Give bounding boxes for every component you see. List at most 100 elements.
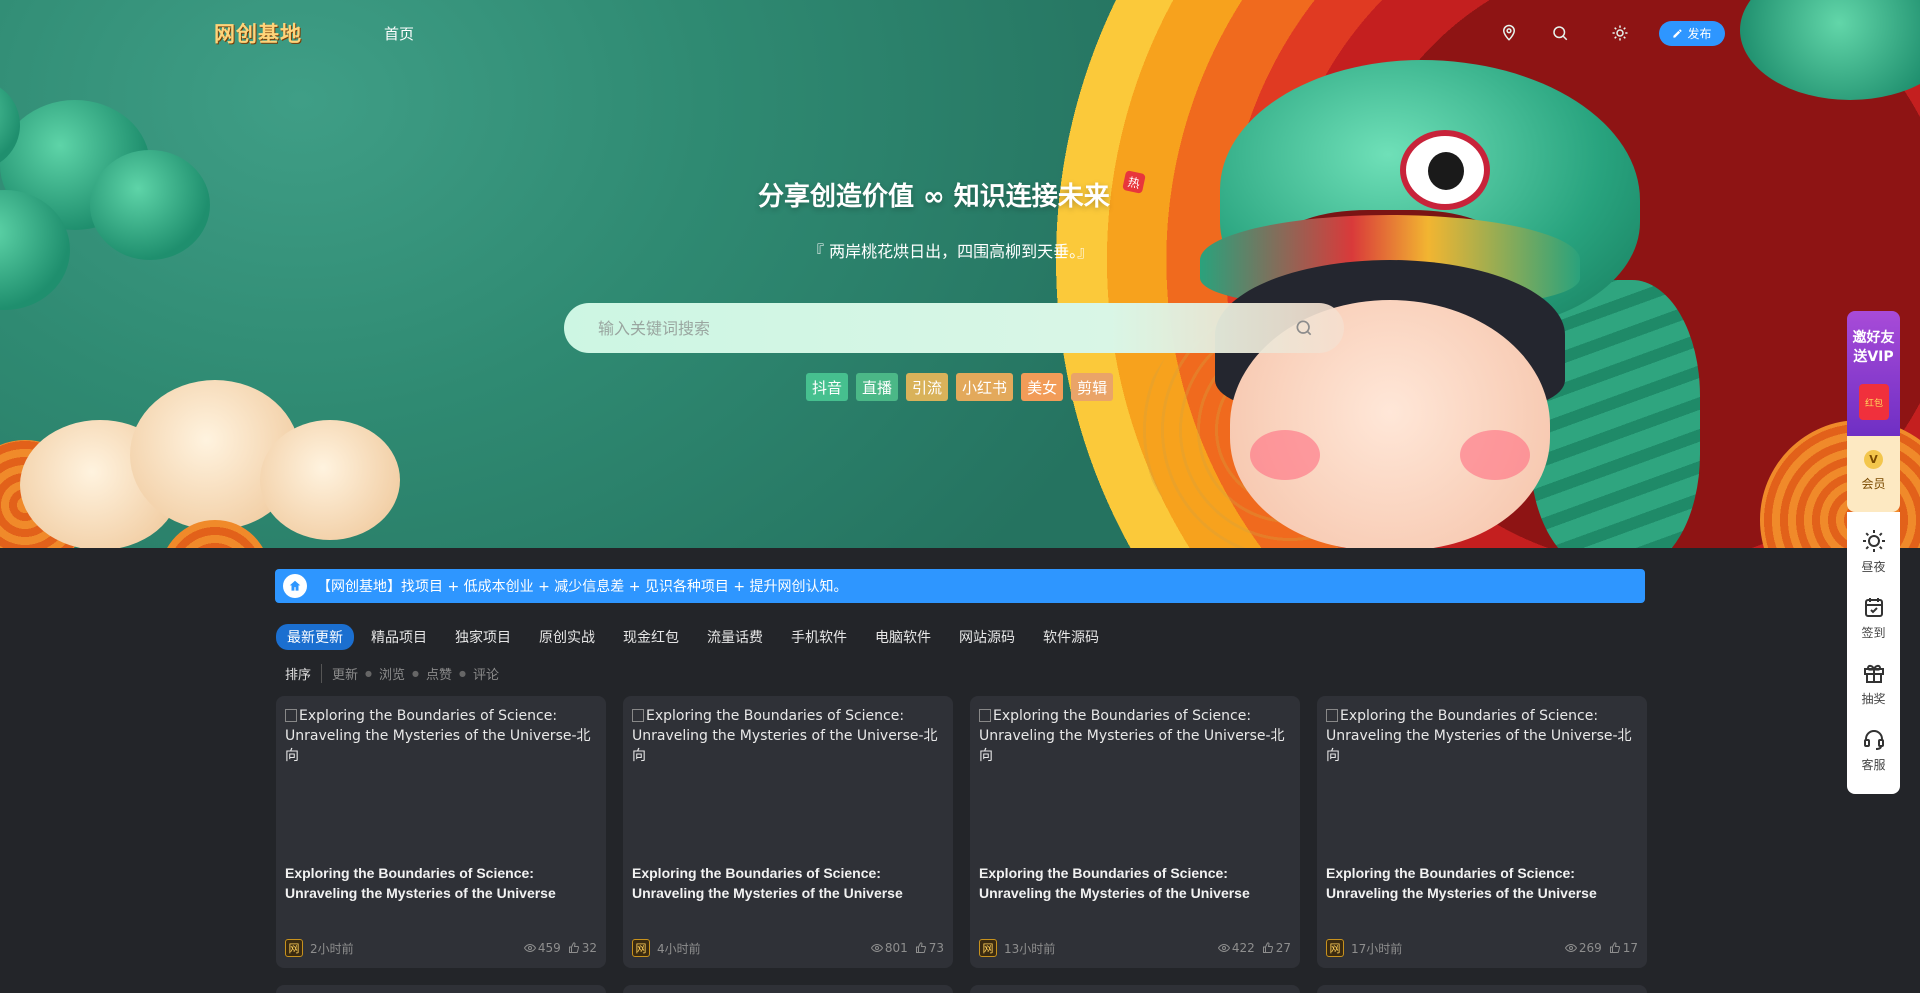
post-image-alt: Exploring the Boundaries of Science: Unr… (285, 708, 591, 764)
like-count: 27 (1262, 941, 1291, 955)
post-title[interactable]: Exploring the Boundaries of Science: Unr… (285, 863, 597, 903)
broken-image-icon (1326, 709, 1338, 722)
sort-option[interactable]: 评论 (473, 664, 499, 683)
publish-label: 发布 (1687, 27, 1712, 41)
sort-option[interactable]: 浏览 (379, 664, 405, 683)
nav-home-link[interactable]: 首页 (384, 23, 414, 44)
view-count: 422 (1217, 941, 1255, 955)
location-icon[interactable] (1500, 24, 1518, 42)
view-count: 801 (870, 941, 908, 955)
thumbs-up-icon (1262, 942, 1274, 954)
hero-title: 分享创造价值 ∞ 知识连接未来 (758, 182, 1110, 212)
post-meta: 网 2小时前 459 32 (285, 938, 597, 958)
sidebar-item[interactable]: 抽奖 (1847, 654, 1900, 714)
theme-toggle-icon[interactable] (1611, 24, 1629, 42)
sidebar-item[interactable]: 昼夜 (1847, 522, 1900, 582)
post-image-alt: Exploring the Boundaries of Science: Unr… (1326, 708, 1632, 764)
pine-art-left (0, 40, 240, 320)
broken-image-icon (632, 709, 644, 722)
category-tab[interactable]: 软件源码 (1032, 624, 1110, 650)
category-tab[interactable]: 现金红包 (612, 624, 690, 650)
invite-vip-promo[interactable]: 邀好友送VIP 红包 (1847, 311, 1900, 436)
category-tab[interactable]: 独家项目 (444, 624, 522, 650)
eye-icon (1217, 942, 1230, 954)
category-tab[interactable]: 流量话费 (696, 624, 774, 650)
broken-image-icon (285, 709, 297, 722)
hero-subtitle: 『 两岸桃花烘日出，四围高柳到天垂。』 (808, 242, 1094, 261)
sort-label: 排序 (285, 664, 323, 683)
sort-option[interactable]: 点赞 (426, 664, 452, 683)
search-submit-icon[interactable] (1294, 318, 1314, 338)
post-card[interactable]: Exploring the Boundaries of Science: Unr… (623, 696, 953, 968)
like-count-value: 27 (1275, 941, 1291, 955)
author-avatar[interactable]: 网 (285, 939, 303, 957)
like-count: 32 (568, 941, 597, 955)
post-thumbnail[interactable]: Exploring the Boundaries of Science: Unr… (632, 706, 944, 846)
sun-icon (1862, 529, 1886, 553)
red-envelope-icon: 红包 (1859, 384, 1889, 420)
sidebar-item-label: 客服 (1861, 758, 1886, 772)
like-count: 73 (915, 941, 944, 955)
post-thumbnail[interactable]: Exploring the Boundaries of Science: Unr… (979, 706, 1291, 846)
search-input[interactable] (598, 318, 1294, 338)
hot-tag[interactable]: 小红书 (956, 373, 1014, 401)
sidebar-item[interactable]: 客服 (1847, 720, 1900, 780)
post-card[interactable]: Exploring the Boundaries of Science: Unr… (276, 696, 606, 968)
hot-tag[interactable]: 引流 (906, 373, 949, 401)
sidebar-member[interactable]: V 会员 (1847, 436, 1900, 512)
post-meta: 网 13小时前 422 27 (979, 938, 1291, 958)
post-image-alt: Exploring the Boundaries of Science: Unr… (979, 708, 1285, 764)
thumbs-up-icon (568, 942, 580, 954)
sidebar-item-label: 抽奖 (1861, 692, 1886, 706)
sidebar-tools: 昼夜 签到 抽奖 客服 (1847, 512, 1900, 794)
category-tab[interactable]: 手机软件 (780, 624, 858, 650)
post-title[interactable]: Exploring the Boundaries of Science: Unr… (1326, 863, 1638, 903)
pencil-icon (1673, 29, 1683, 38)
post-thumbnail[interactable]: Exploring the Boundaries of Science: Unr… (285, 706, 597, 846)
search-icon[interactable] (1551, 24, 1569, 42)
post-meta: 网 4小时前 801 73 (632, 938, 944, 958)
view-count-value: 459 (537, 941, 561, 955)
post-thumbnail[interactable]: Exploring the Boundaries of Science: Unr… (1326, 706, 1638, 846)
search-bar (564, 303, 1344, 353)
post-title[interactable]: Exploring the Boundaries of Science: Unr… (632, 863, 944, 903)
invite-vip-text: 邀好友送VIP (1852, 330, 1895, 365)
post-grid-next-row (276, 985, 1647, 993)
sidebar-item[interactable]: 签到 (1847, 588, 1900, 648)
calendar-icon (1862, 595, 1886, 619)
eye-icon (1564, 942, 1577, 954)
thumbs-up-icon (915, 942, 927, 954)
category-tab[interactable]: 原创实战 (528, 624, 606, 650)
category-tab[interactable]: 最新更新 (276, 624, 354, 650)
author-avatar[interactable]: 网 (1326, 939, 1344, 957)
author-avatar[interactable]: 网 (632, 939, 650, 957)
view-count: 459 (523, 941, 561, 955)
hot-tag[interactable]: 直播 (856, 373, 899, 401)
like-count-value: 17 (1622, 941, 1638, 955)
member-label: 会员 (1861, 477, 1886, 491)
category-tab[interactable]: 电脑软件 (864, 624, 942, 650)
post-title[interactable]: Exploring the Boundaries of Science: Unr… (979, 863, 1291, 903)
hot-tag[interactable]: 剪辑 (1071, 373, 1114, 401)
top-nav: 网创基地 首页 发布 (0, 0, 1920, 66)
sort-bar: 排序 更新 ● 浏览 ● 点赞 ● 评论 (285, 664, 499, 683)
category-tabs: 最新更新 精品项目 独家项目 原创实战 现金红包 流量话费 手机软件 电脑软件 网站源码 软件源码 (276, 624, 1110, 650)
category-tab[interactable]: 精品项目 (360, 624, 438, 650)
post-image-alt: Exploring the Boundaries of Science: Unr… (632, 708, 938, 764)
sort-separator: ● (459, 669, 467, 678)
post-card[interactable]: Exploring the Boundaries of Science: Unr… (1317, 696, 1647, 968)
gift-icon (1862, 661, 1886, 685)
hot-tag[interactable]: 抖音 (806, 373, 849, 401)
site-logo[interactable]: 网创基地 (214, 18, 302, 48)
sort-option[interactable]: 更新 (332, 664, 358, 683)
post-card[interactable]: Exploring the Boundaries of Science: Unr… (970, 696, 1300, 968)
sidebar-item-label: 签到 (1861, 626, 1886, 640)
category-tab[interactable]: 网站源码 (948, 624, 1026, 650)
cloud-art (0, 360, 480, 548)
view-count-value: 422 (1231, 941, 1255, 955)
publish-button[interactable]: 发布 (1659, 21, 1725, 46)
post-time: 4小时前 (657, 941, 701, 956)
author-avatar[interactable]: 网 (979, 939, 997, 957)
post-time: 2小时前 (310, 941, 354, 956)
hot-tag[interactable]: 美女 (1021, 373, 1064, 401)
